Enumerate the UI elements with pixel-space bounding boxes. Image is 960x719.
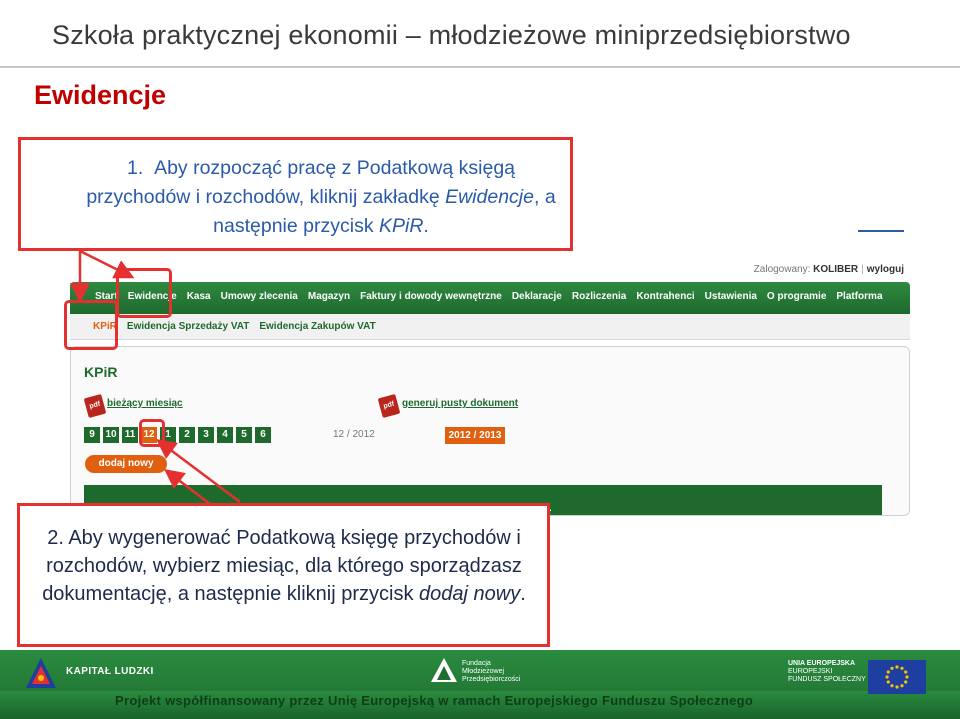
footer-cofinancing-note: Projekt współfinansowany przez Unię Euro… (115, 693, 754, 708)
instruction-callout-2: 2. Aby wygenerować Podatkową księgę przy… (17, 503, 550, 647)
highlight-kpir-tab (64, 300, 118, 350)
kapital-ludzki-logo-text: KAPITAŁ LUDZKI (66, 666, 154, 677)
fundacja-logo-icon (431, 658, 457, 682)
eu-flag-icon (868, 660, 926, 694)
instruction-2-text: 2. Aby wygenerować Podatkową księgę przy… (42, 527, 526, 605)
kapital-ludzki-logo-icon (26, 658, 56, 688)
fundacja-logo-text: Fundacja Młodzieżowej Przedsiębiorczości (462, 660, 521, 683)
eu-logo-text: UNIA EUROPEJSKA EUROPEJSKI FUNDUSZ SPOŁE… (788, 660, 866, 683)
arrow-to-add-new (164, 468, 211, 505)
highlight-month-12 (139, 419, 165, 447)
highlight-ewidencje-tab (116, 268, 172, 318)
arrow-to-month (156, 439, 241, 503)
